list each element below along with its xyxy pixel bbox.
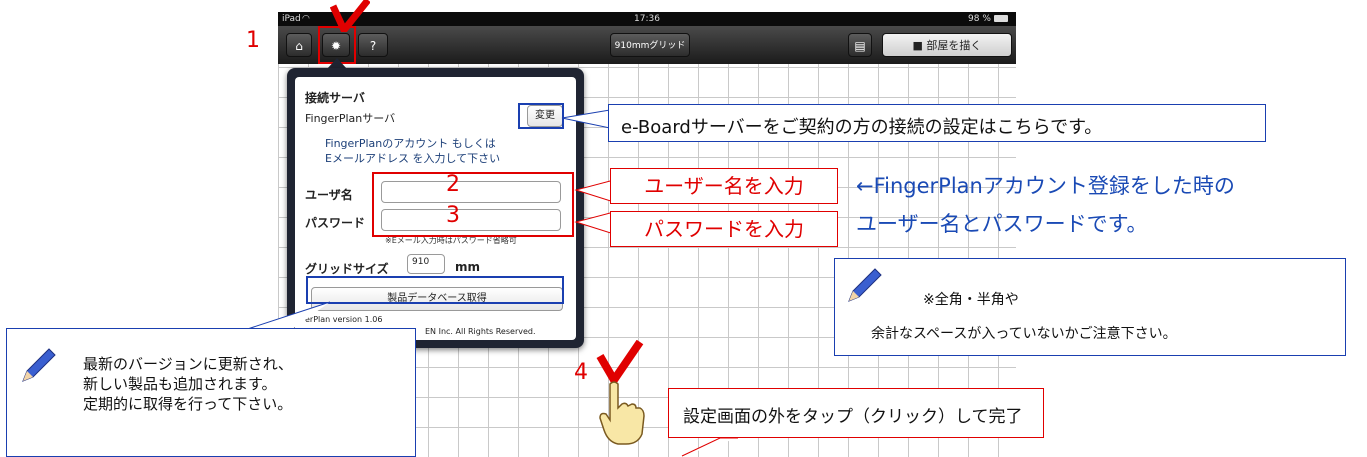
server-heading: 接続サーバ (305, 91, 365, 105)
wifi-icon: ◠ (302, 14, 310, 24)
home-button[interactable]: ⌂ (286, 33, 312, 57)
step-2-number: 2 (446, 172, 460, 197)
step-1-number: 1 (246, 28, 260, 53)
copyright-text: EN Inc. All Rights Reserved. (425, 327, 536, 336)
username-callout-pointer (574, 179, 614, 203)
server-callout-text: e-Boardサーバーをご契約の方の接続の設定はこちらです。 (621, 117, 1103, 138)
grid-size-unit: mm (455, 260, 481, 274)
update-line-1: 最新のバージョンに更新され、 (83, 355, 293, 373)
caution-box: ※全角・半角や 余計なスペースが入っていないかご注意下さい。 (834, 258, 1346, 356)
instruction-line-1: FingerPlanのアカウント もしくは (325, 137, 496, 150)
finish-callout: 設定画面の外をタップ（クリック）して完了 (668, 388, 1044, 438)
pencil-icon (22, 348, 56, 382)
server-callout: e-Boardサーバーをご契約の方の接続の設定はこちらです。 (608, 104, 1266, 142)
update-line-3: 定期的に取得を行って下さい。 (83, 395, 293, 413)
grid-size-button[interactable]: 910mmグリッド (610, 33, 690, 57)
grid-size-input[interactable]: 910 (407, 254, 445, 274)
finish-callout-pointer (681, 437, 738, 457)
password-label: パスワード (305, 216, 366, 230)
home-icon: ⌂ (295, 39, 303, 53)
change-button-highlight (518, 103, 564, 129)
account-note-line-2: ユーザー名とパスワードです。 (856, 212, 1148, 236)
server-value: FingerPlanサーバ (305, 112, 396, 125)
password-callout-text: パスワードを入力 (644, 217, 804, 241)
password-callout: パスワードを入力 (610, 211, 838, 247)
battery-icon (994, 15, 1008, 22)
clock: 17:36 (634, 14, 660, 24)
finish-callout-text: 設定画面の外をタップ（クリック）して完了 (683, 407, 1023, 427)
device-label: iPad (282, 14, 301, 24)
tap-hand-icon (599, 381, 645, 445)
pencil-icon (848, 268, 882, 302)
battery-level: 98 % (968, 14, 991, 24)
step-3-number: 3 (446, 203, 460, 228)
step-4-number: 4 (574, 360, 588, 385)
trash-button[interactable]: ▤ (848, 33, 872, 57)
update-line-2: 新しい製品も追加されます。 (83, 375, 277, 393)
toolbar: ⌂ ✹ ? 910mmグリッド ▤ ■ 部屋を描く (278, 26, 1016, 64)
account-note-line-1: ←FingerPlanアカウント登録をした時の (856, 174, 1235, 198)
username-label: ユーザ名 (305, 188, 353, 202)
trash-icon: ▤ (854, 39, 866, 53)
help-button[interactable]: ? (358, 33, 388, 57)
grid-size-value: 910 (412, 257, 430, 267)
credentials-highlight-box (372, 172, 574, 237)
caution-line-2: 余計なスペースが入っていないかご注意下さい。 (871, 326, 1177, 342)
password-callout-pointer (574, 211, 614, 235)
checkmark-icon (330, 0, 370, 32)
product-db-button-highlight (306, 276, 564, 304)
caution-line-1: ※全角・半角や (923, 292, 1019, 308)
username-callout: ユーザー名を入力 (610, 168, 838, 204)
update-callout: 最新のバージョンに更新され、 新しい製品も追加されます。 定期的に取得を行って下… (6, 328, 416, 457)
status-bar: iPad ◠ 17:36 98 % (278, 12, 1016, 26)
username-callout-text: ユーザー名を入力 (644, 174, 804, 198)
draw-room-button[interactable]: ■ 部屋を描く (882, 33, 1012, 57)
grid-size-label: グリッドサイズ (305, 262, 389, 276)
instruction-line-2: Eメールアドレス を入力して下さい (325, 152, 501, 165)
server-callout-pointer (561, 109, 610, 129)
